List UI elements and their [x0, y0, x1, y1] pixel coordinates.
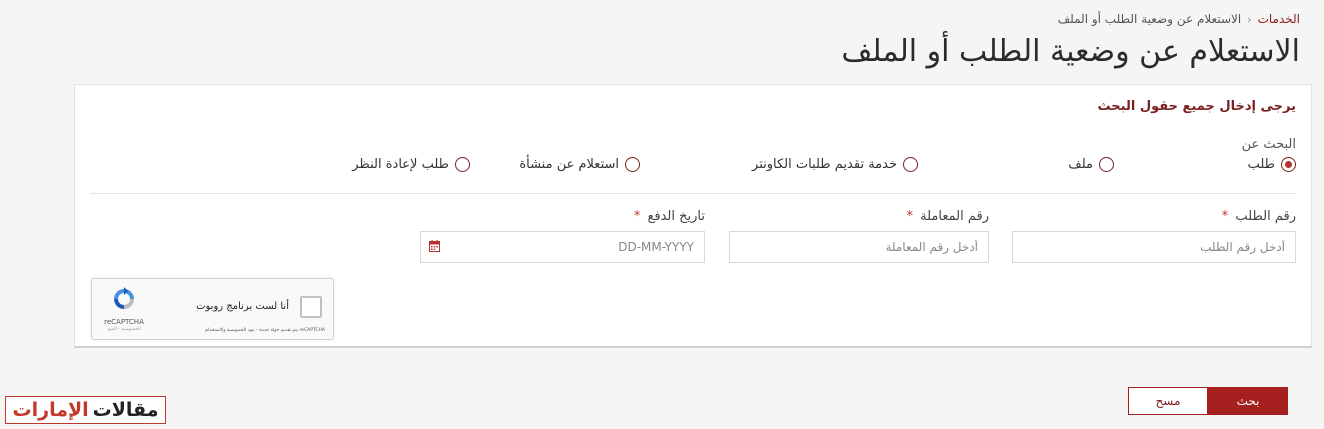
- recaptcha-logo-icon: [114, 287, 134, 309]
- breadcrumb: الخدمات ‹ الاستعلام عن وضعية الطلب أو ال…: [1058, 12, 1300, 26]
- payment-date-label-text: تاريخ الدفع: [647, 209, 705, 224]
- form-heading: يرجى إدخال جميع حقول البحث: [1097, 99, 1296, 114]
- watermark-text-accent: الإمارات: [12, 399, 89, 421]
- required-marker: *: [633, 209, 641, 224]
- breadcrumb-item-current: الاستعلام عن وضعية الطلب أو الملف: [1057, 12, 1242, 26]
- breadcrumb-separator: ‹: [1247, 12, 1252, 26]
- recaptcha-brand: reCAPTCHA: [104, 318, 144, 326]
- radio-label-facility-inquiry: استعلام عن منشأة: [519, 157, 619, 172]
- clear-button[interactable]: مسح: [1128, 387, 1208, 415]
- section-divider: [90, 193, 1296, 194]
- site-watermark-logo: مقالات الإمارات: [5, 396, 166, 424]
- calendar-icon[interactable]: [429, 240, 440, 252]
- page-title: الاستعلام عن وضعية الطلب أو الملف: [841, 34, 1300, 69]
- payment-date-input[interactable]: [420, 231, 705, 263]
- radio-label-counter-service: خدمة تقديم طلبات الكاونتر: [752, 157, 897, 172]
- radio-option-facility-inquiry[interactable]: استعلام عن منشأة: [519, 157, 640, 172]
- search-form-card: يرجى إدخال جميع حقول البحث البحث عن طلب …: [74, 84, 1312, 348]
- radio-button-facility-inquiry[interactable]: [625, 157, 640, 172]
- radio-option-counter-service[interactable]: خدمة تقديم طلبات الكاونتر: [752, 157, 918, 172]
- recaptcha-logo: reCAPTCHA الخصوصية - البنود: [102, 286, 146, 332]
- request-number-input[interactable]: [1012, 231, 1296, 263]
- transaction-number-field: رقم المعاملة *: [729, 209, 989, 263]
- breadcrumb-item-services[interactable]: الخدمات: [1258, 12, 1300, 26]
- radio-label-file: ملف: [1068, 157, 1093, 172]
- search-button[interactable]: بحث: [1208, 387, 1288, 415]
- payment-date-label: تاريخ الدفع *: [420, 209, 705, 225]
- search-by-label: البحث عن: [1241, 137, 1296, 152]
- transaction-number-label-text: رقم المعاملة: [920, 209, 989, 224]
- recaptcha-label: أنا لست برنامج روبوت: [196, 301, 289, 312]
- radio-label-request: طلب: [1247, 157, 1275, 172]
- recaptcha-footer: reCAPTCHA يتم تقديم جولة خدمة - بنود الخ…: [205, 328, 325, 333]
- radio-button-request[interactable]: [1281, 157, 1296, 172]
- radio-button-counter-service[interactable]: [903, 157, 918, 172]
- radio-button-reconsideration[interactable]: [455, 157, 470, 172]
- payment-date-field: تاريخ الدفع *: [420, 209, 705, 263]
- recaptcha-sub[interactable]: الخصوصية - البنود: [102, 327, 146, 332]
- radio-option-request[interactable]: طلب: [1248, 157, 1296, 172]
- request-number-field: رقم الطلب *: [1012, 209, 1296, 263]
- required-marker: *: [1221, 209, 1229, 224]
- recaptcha-widget: أنا لست برنامج روبوت reCAPTCHA الخصوصية …: [91, 278, 334, 340]
- request-number-label: رقم الطلب *: [1012, 209, 1296, 225]
- watermark-text-main: مقالات: [92, 399, 159, 421]
- radio-option-file[interactable]: ملف: [1068, 157, 1114, 172]
- transaction-number-input[interactable]: [729, 231, 989, 263]
- recaptcha-checkbox[interactable]: [300, 296, 322, 318]
- search-type-radio-group: طلب ملف خدمة تقديم طلبات الكاونتر استعلا…: [90, 157, 1296, 179]
- required-marker: *: [906, 209, 914, 224]
- radio-label-reconsideration: طلب لإعادة النظر: [352, 157, 449, 172]
- radio-option-reconsideration[interactable]: طلب لإعادة النظر: [352, 157, 470, 172]
- request-number-label-text: رقم الطلب: [1235, 209, 1296, 224]
- radio-button-file[interactable]: [1099, 157, 1114, 172]
- payment-date-wrapper: [420, 231, 705, 263]
- transaction-number-label: رقم المعاملة *: [729, 209, 989, 225]
